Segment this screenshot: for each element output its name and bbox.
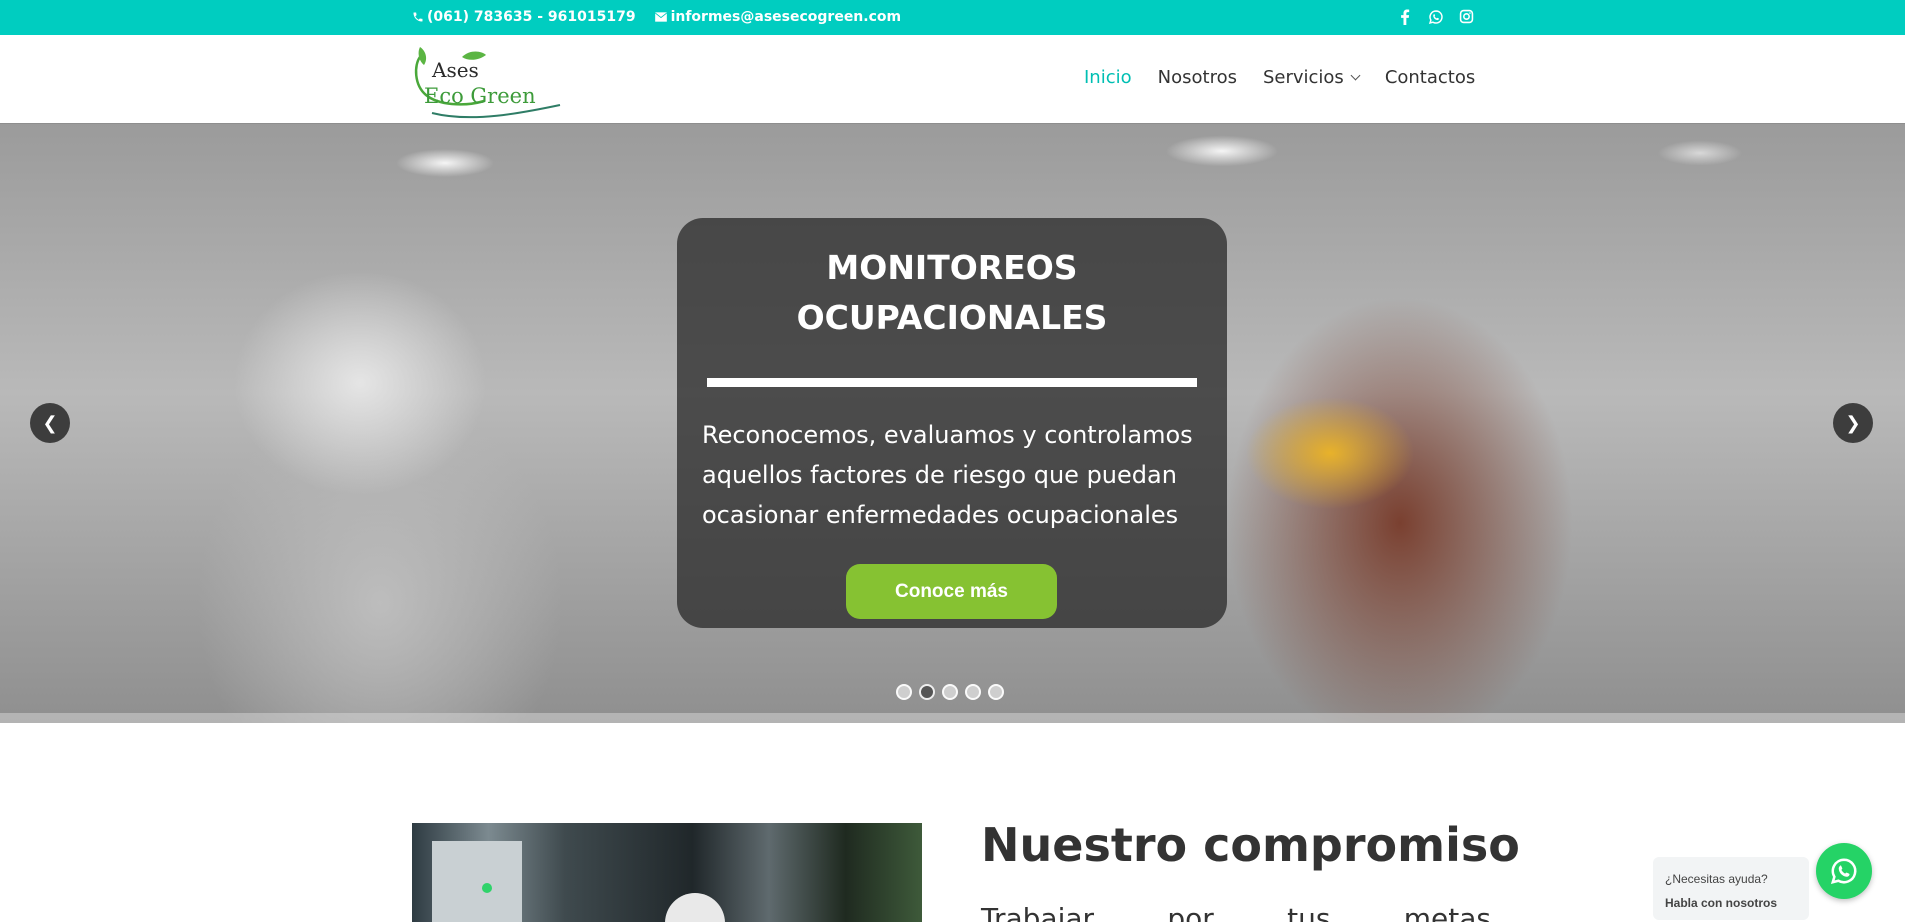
nav-contactos[interactable]: Contactos	[1385, 67, 1475, 88]
slide-pagination	[896, 684, 1004, 700]
phone-text: (061) 783635 - 961015179	[427, 9, 636, 25]
site-header: Ases Eco Green Inicio Nosotros Servicios…	[0, 35, 1905, 123]
slide-dot-2[interactable]	[919, 684, 935, 700]
nav-nosotros[interactable]: Nosotros	[1158, 67, 1237, 88]
next-slide-button[interactable]: ❯	[1833, 403, 1873, 443]
conoce-mas-button[interactable]: Conoce más	[846, 564, 1057, 619]
email-text: informes@asesecogreen.com	[670, 9, 902, 25]
indicator-light	[482, 883, 492, 893]
hero-description: Reconocemos, evaluamos y controlamos aqu…	[702, 421, 1193, 529]
logo[interactable]: Ases Eco Green	[412, 43, 562, 119]
logo-line1: Ases	[431, 58, 479, 82]
whatsapp-cta: Habla con nosotros	[1665, 896, 1778, 910]
top-bar: (061) 783635 - 961015179 informes@asesec…	[0, 0, 1905, 35]
prev-slide-button[interactable]: ❮	[30, 403, 70, 443]
chevron-down-icon	[1350, 70, 1361, 81]
facebook-icon[interactable]	[1396, 8, 1413, 25]
hero-title: MONITOREOS OCUPACIONALES	[677, 243, 1227, 343]
hero-title-line2: OCUPACIONALES	[796, 298, 1108, 337]
section-word: metas	[1403, 902, 1491, 922]
chevron-right-icon: ❯	[1845, 412, 1861, 434]
nav-servicios[interactable]: Servicios	[1262, 67, 1361, 88]
whatsapp-button[interactable]	[1816, 843, 1872, 899]
email-link[interactable]: informes@asesecogreen.com	[654, 9, 902, 25]
contact-info: (061) 783635 - 961015179 informes@asesec…	[412, 9, 901, 25]
control-panel-shape	[432, 841, 522, 922]
phone-link[interactable]: (061) 783635 - 961015179	[412, 9, 636, 25]
section-word: por	[1167, 902, 1214, 922]
hero-bottom-strip	[0, 713, 1905, 723]
section-word: tus	[1287, 902, 1331, 922]
hero-slider: ❮ ❯ MONITOREOS OCUPACIONALES Reconocemos…	[0, 123, 1905, 723]
logo-line2: Eco Green	[424, 84, 536, 108]
whatsapp-icon[interactable]	[1427, 8, 1444, 25]
main-nav: Inicio Nosotros Servicios Contactos	[1084, 67, 1475, 88]
hero-divider	[707, 378, 1197, 387]
whatsapp-chat-bubble[interactable]: ¿Necesitas ayuda? Habla con nosotros	[1653, 857, 1809, 920]
section-text: Trabajar por tus metas	[981, 902, 1491, 922]
nav-inicio[interactable]: Inicio	[1084, 67, 1132, 88]
worker-helmet-shape	[665, 893, 725, 922]
instagram-icon[interactable]	[1458, 8, 1475, 25]
commitment-image	[412, 823, 922, 922]
slide-dot-1[interactable]	[896, 684, 912, 700]
phone-icon	[413, 12, 423, 22]
hero-title-line1: MONITOREOS	[826, 248, 1078, 287]
section-title: Nuestro compromiso	[981, 818, 1520, 872]
slide-dot-5[interactable]	[988, 684, 1004, 700]
chevron-left-icon: ❮	[42, 412, 58, 434]
nav-servicios-label: Servicios	[1262, 67, 1344, 88]
section-word: Trabajar	[981, 902, 1095, 922]
mail-icon	[654, 12, 667, 22]
social-links	[1396, 8, 1475, 25]
slide-dot-3[interactable]	[942, 684, 958, 700]
whatsapp-prompt: ¿Necesitas ayuda?	[1665, 872, 1768, 886]
slide-dot-4[interactable]	[965, 684, 981, 700]
whatsapp-icon	[1830, 858, 1857, 885]
